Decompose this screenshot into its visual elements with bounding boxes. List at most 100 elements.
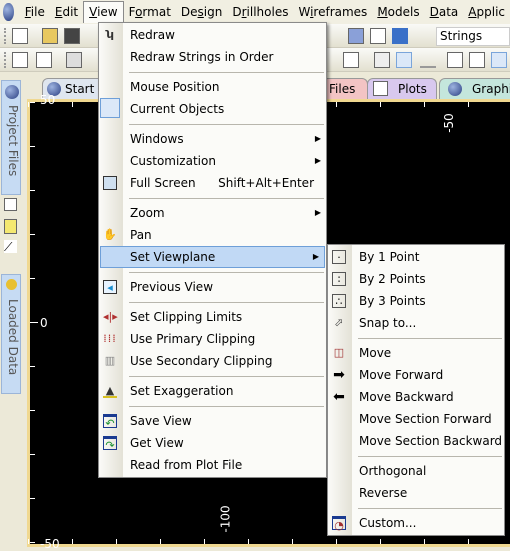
menu-item-by-1-point[interactable]: · By 1 Point [328,246,504,268]
menu-item-set-viewplane[interactable]: Set Viewplane ▶ [100,246,325,268]
menu-separator [328,504,504,512]
tab-graphics[interactable]: Graphics [439,78,510,99]
menu-item-orthogonal[interactable]: Orthogonal [328,460,504,482]
tick-top [380,102,381,107]
loaded-data-panel[interactable]: Loaded Data [1,274,21,394]
menu-data[interactable]: Data [425,1,464,23]
select-icon[interactable] [447,52,463,68]
layer-dropdown[interactable]: Strings [436,27,510,46]
menu-item-mouse-position[interactable]: Mouse Position [99,76,326,98]
windows-icon[interactable] [4,198,17,211]
menu-item-move[interactable]: ◫ Move [328,342,504,364]
shading-icon[interactable] [392,28,408,44]
set-viewplane-submenu: · By 1 Point ∶ By 2 Points ∴ By 3 Points ⬀ Snap… [327,244,505,536]
menu-item-use-primary-clipping[interactable]: ⁞⁞⁞ Use Primary Clipping [99,328,326,350]
menu-item-move-section-forward[interactable]: Move Section Forward [328,408,504,430]
toggle-icon[interactable] [66,52,82,68]
menu-bar: File Edit View Format Design Drillholes Wirefr… [0,0,510,24]
menu-item-label: Move [359,346,392,360]
tick-left [30,278,35,279]
view-menu: ʮ Redraw Redraw Strings in Order Mouse Posi… [98,22,327,478]
by-2-points-icon: ∶ [332,272,346,286]
report-icon[interactable] [491,52,507,68]
menu-item-label: Set Viewplane [130,250,216,264]
pen-icon[interactable] [420,52,436,68]
menu-item-full-screen[interactable]: Full Screen Shift+Alt+Enter [99,172,326,194]
snap-grid-icon[interactable] [396,52,412,68]
menu-separator [99,194,326,202]
menu-item-save-view[interactable]: ↶ Save View [99,410,326,432]
menu-item-set-exaggeration[interactable]: ▲ Set Exaggeration [99,380,326,402]
menu-drillholes[interactable]: Drillholes [227,1,293,23]
secondary-clipping-icon: ▥ [104,354,116,367]
arrow-right-icon: ➡ [333,367,345,383]
menu-separator [99,372,326,380]
menu-format[interactable]: Format [124,1,176,23]
tab-files[interactable]: Files [322,78,368,99]
tick-bottom [336,539,337,544]
previous-view-icon: ◂ [103,280,117,294]
menu-item-move-backward[interactable]: ⬅ Move Backward [328,386,504,408]
query-icon[interactable] [343,52,359,68]
grid-icon[interactable] [348,28,364,44]
menu-item-redraw[interactable]: ʮ Redraw [99,24,326,46]
tick-top [28,102,29,107]
menu-wireframes[interactable]: Wireframes [293,1,372,23]
menu-item-read-from-plot-file[interactable]: Read from Plot File [99,454,326,476]
menu-item-label: Current Objects [130,102,225,116]
menu-item-label: Snap to... [359,316,417,330]
menu-item-custom[interactable]: ◔ Custom... [328,512,504,534]
menu-design[interactable]: Design [176,1,227,23]
measure-icon[interactable]: ⟋ [4,240,17,254]
tick-left [30,366,35,367]
menu-item-zoom[interactable]: Zoom ▶ [99,202,326,224]
menu-item-redraw-strings-in-order[interactable]: Redraw Strings in Order [99,46,326,68]
menu-item-pan[interactable]: ✋ Pan [99,224,326,246]
menu-item-previous-view[interactable]: ◂ Previous View [99,276,326,298]
tab-plots[interactable]: Plots [367,78,437,99]
menu-edit[interactable]: Edit [50,1,83,23]
notes-icon[interactable] [4,219,17,234]
menu-item-label: Reverse [359,486,408,500]
snap-point-icon[interactable] [374,52,390,68]
menu-item-get-view[interactable]: ↷ Get View [99,432,326,454]
save-icon[interactable] [64,28,80,44]
menu-models[interactable]: Models [372,1,424,23]
menu-view[interactable]: View [83,1,124,23]
app-logo-icon[interactable] [3,3,14,21]
menu-separator [328,452,504,460]
new-object-icon[interactable] [12,52,28,68]
submenu-arrow-icon: ▶ [314,208,321,217]
menu-item-label: Zoom [130,206,165,220]
open-folder-icon[interactable] [42,28,58,44]
tab-label: Graphics [472,82,510,96]
project-files-panel[interactable]: Project Files [1,80,21,195]
menu-item-snap-to[interactable]: ⬀ Snap to... [328,312,504,334]
menu-item-set-clipping-limits[interactable]: ◂|▸ Set Clipping Limits [99,306,326,328]
menu-separator [99,298,326,306]
menu-item-current-objects[interactable]: Current Objects [99,98,326,120]
tab-label: Start [65,82,95,96]
menu-item-move-forward[interactable]: ➡ Move Forward [328,364,504,386]
new-file-icon[interactable] [12,28,28,44]
hand-icon: ✋ [103,228,117,241]
menu-item-customization[interactable]: Customization ▶ [99,150,326,172]
tick-bottom [380,539,381,544]
tick-left [30,454,35,455]
new-layer-icon[interactable] [36,52,52,68]
menu-item-by-3-points[interactable]: ∴ By 3 Points [328,290,504,312]
menu-item-label: By 2 Points [359,272,426,286]
menu-item-by-2-points[interactable]: ∶ By 2 Points [328,268,504,290]
menu-item-label: Windows [130,132,184,146]
menu-item-label: Move Backward [359,390,454,404]
menu-item-reverse[interactable]: Reverse [328,482,504,504]
menu-item-move-section-backward[interactable]: Move Section Backward [328,430,504,452]
menu-item-windows[interactable]: Windows ▶ [99,128,326,150]
by-1-point-icon: · [332,250,346,264]
menu-applic[interactable]: Applic [463,1,510,23]
menu-file[interactable]: File [20,1,50,23]
menu-item-label: Set Clipping Limits [130,310,243,324]
properties-icon[interactable] [469,52,485,68]
edit-properties-icon[interactable] [370,28,386,44]
menu-item-use-secondary-clipping[interactable]: ▥ Use Secondary Clipping [99,350,326,372]
